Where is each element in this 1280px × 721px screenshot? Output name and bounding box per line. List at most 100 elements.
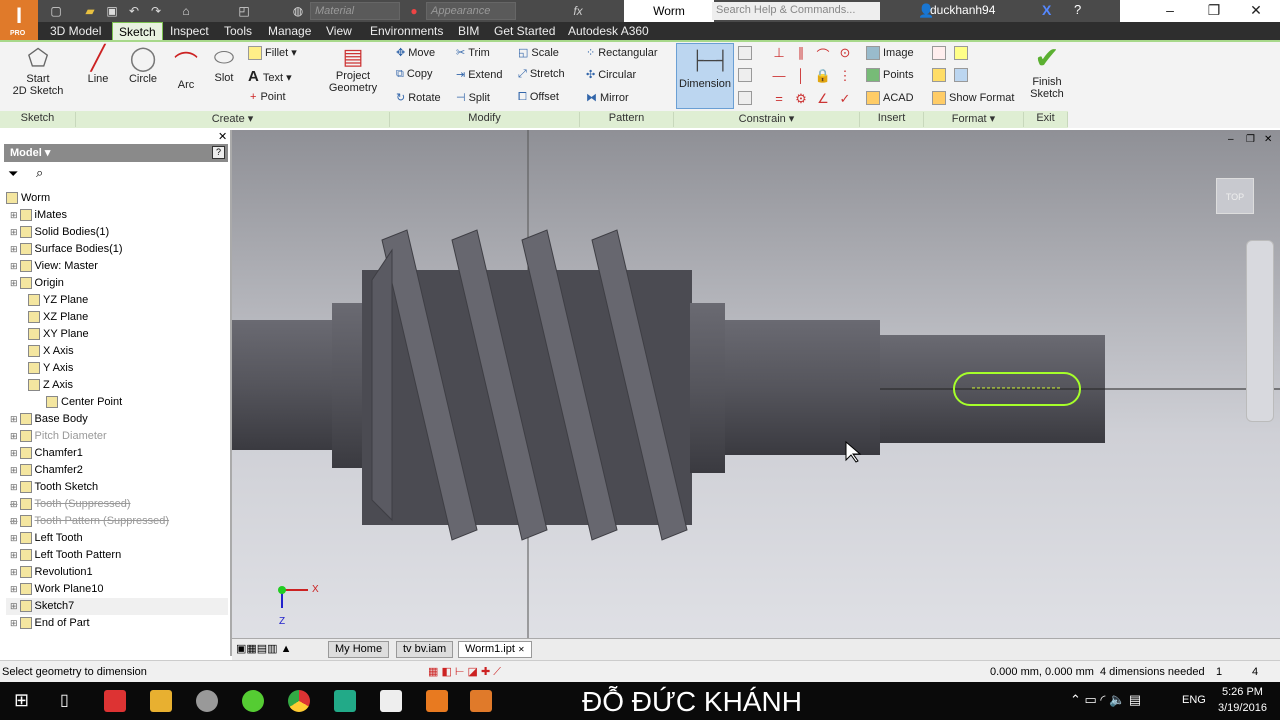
split-button[interactable]: ⊣ Split: [456, 91, 490, 104]
browser-node[interactable]: YZ Plane: [6, 292, 228, 309]
browser-node[interactable]: ⊞ View: Master: [6, 258, 228, 275]
find-icon[interactable]: ⌕: [36, 165, 43, 181]
coincident-icon[interactable]: ⊙: [836, 45, 854, 63]
browser-node[interactable]: Center Point: [6, 394, 228, 411]
extend-button[interactable]: ⇥ Extend: [456, 68, 502, 81]
browser-node[interactable]: X Axis: [6, 343, 228, 360]
browser-node[interactable]: ⊞ Sketch7: [6, 598, 228, 615]
tangent-icon[interactable]: ⌒: [814, 45, 832, 63]
language-indicator[interactable]: ENG: [1182, 694, 1206, 706]
minimize-button[interactable]: –: [1150, 2, 1190, 18]
construction-icon[interactable]: [932, 46, 946, 60]
search-input[interactable]: Search Help & Commands...: [712, 2, 880, 20]
tab-get-started[interactable]: Get Started: [488, 22, 561, 40]
browser-node[interactable]: Y Axis: [6, 360, 228, 377]
browser-node[interactable]: ⊞ Chamfer2: [6, 462, 228, 479]
start-2d-sketch-button[interactable]: ⬠ Start 2D Sketch: [8, 44, 68, 97]
horizontal-icon[interactable]: ⋮: [836, 68, 854, 86]
panel-create-label[interactable]: Create ▾: [76, 112, 390, 127]
equal-icon[interactable]: ✓: [836, 91, 854, 109]
filter-icon[interactable]: ⏷: [8, 166, 18, 182]
chrome-icon[interactable]: [288, 690, 310, 712]
tab-inspect[interactable]: Inspect: [164, 22, 215, 40]
appearance-select[interactable]: Appearance: [426, 2, 516, 20]
driven-dimension-icon[interactable]: [954, 46, 968, 60]
home-icon[interactable]: ⌂: [178, 3, 194, 19]
browser-node[interactable]: ⊞ iMates: [6, 207, 228, 224]
file-explorer-icon[interactable]: [150, 690, 172, 712]
tray-icons[interactable]: ⌃ ▭ ◜ 🔈 ▤: [1070, 692, 1141, 708]
browser-node[interactable]: ⊞ Solid Bodies(1): [6, 224, 228, 241]
viewport-minimize-icon[interactable]: –: [1228, 134, 1234, 145]
browser-node[interactable]: ⊞ Surface Bodies(1): [6, 241, 228, 258]
project-geometry-button[interactable]: ▤ Project Geometry: [322, 44, 384, 94]
clock-date[interactable]: 3/19/2016: [1218, 702, 1267, 714]
fillet-button[interactable]: Fillet ▾: [248, 46, 297, 61]
restore-button[interactable]: ❐: [1194, 2, 1234, 19]
browser-node[interactable]: XY Plane: [6, 326, 228, 343]
redo-icon[interactable]: ↷: [148, 3, 164, 19]
stretch-button[interactable]: ⤢ Stretch: [518, 68, 565, 81]
tab-3d-model[interactable]: 3D Model: [44, 22, 107, 40]
graphics-viewport[interactable]: [232, 130, 1280, 638]
app-menu-button[interactable]: I PRO: [0, 0, 38, 40]
point-button[interactable]: + Point: [250, 91, 286, 103]
window-layout-icons[interactable]: ▣▦▤▥ ▲: [236, 642, 292, 655]
relax-icon[interactable]: [738, 91, 752, 105]
viewport-restore-icon[interactable]: ❐: [1246, 134, 1255, 145]
taskbar-app-icon[interactable]: [242, 690, 264, 712]
browser-node[interactable]: ⊞ Chamfer1: [6, 445, 228, 462]
tab-sketch[interactable]: Sketch: [112, 22, 163, 40]
undo-icon[interactable]: ↶: [126, 3, 142, 19]
browser-node[interactable]: ⊞ Base Body: [6, 411, 228, 428]
perpendicular-icon[interactable]: ⊥: [770, 45, 788, 63]
document-tab[interactable]: Worm1.ipt ✕: [458, 641, 532, 658]
fx-icon[interactable]: fx: [570, 3, 586, 19]
arc-button[interactable]: ⌒ Arc: [168, 44, 204, 91]
browser-node[interactable]: XZ Plane: [6, 309, 228, 326]
trim-button[interactable]: ✂ Trim: [456, 46, 490, 59]
fix-icon[interactable]: ⚙: [792, 91, 810, 109]
show-format-button[interactable]: Show Format: [932, 91, 1014, 105]
rotate-button[interactable]: ↻ Rotate: [396, 91, 441, 104]
status-tools-icons[interactable]: ▦ ◧ ⊢ ◪ ✚ ⟋: [428, 661, 501, 683]
taskbar-app-icon[interactable]: [104, 690, 126, 712]
browser-node[interactable]: ⊞ End of Part: [6, 615, 228, 632]
dimension-button[interactable]: ├─┤ Dimension: [676, 43, 734, 109]
concentric-icon[interactable]: 🔒: [814, 68, 832, 86]
tab-tools[interactable]: Tools: [218, 22, 258, 40]
browser-header[interactable]: Model ▾: [4, 144, 228, 162]
slot-button[interactable]: ⬭ Slot: [206, 44, 242, 84]
text-button[interactable]: A Text ▾: [248, 68, 292, 85]
tab-bim[interactable]: BIM: [452, 22, 485, 40]
windows-start-icon[interactable]: ⊞: [14, 690, 29, 711]
viewport-close-icon[interactable]: ✕: [1264, 134, 1272, 145]
material-select[interactable]: Material: [310, 2, 400, 20]
globe-icon[interactable]: ◍: [290, 3, 306, 19]
tab-autodesk-a360[interactable]: Autodesk A360: [562, 22, 655, 40]
browser-node[interactable]: ⊞ Tooth Pattern (Suppressed): [6, 513, 228, 530]
line-button[interactable]: ╱ Line: [80, 44, 116, 85]
browser-node[interactable]: ⊞ Tooth (Suppressed): [6, 496, 228, 513]
browser-node[interactable]: ⊞ Work Plane10: [6, 581, 228, 598]
browser-node[interactable]: Worm: [6, 190, 228, 207]
camtasia-recorder-icon[interactable]: [380, 690, 402, 712]
paint-icon[interactable]: [196, 690, 218, 712]
help-icon[interactable]: ?: [1074, 2, 1081, 17]
finish-sketch-button[interactable]: ✔ Finish Sketch: [1026, 42, 1068, 100]
browser-node[interactable]: ⊞ Pitch Diameter: [6, 428, 228, 445]
camtasia-icon[interactable]: [334, 690, 356, 712]
smooth-icon[interactable]: │: [792, 68, 810, 86]
insert-acad-button[interactable]: ACAD: [866, 91, 914, 105]
vertical-icon[interactable]: =: [770, 91, 788, 109]
taskbar-app-icon[interactable]: [426, 690, 448, 712]
viewcube[interactable]: TOP: [1216, 178, 1254, 214]
select-icon[interactable]: ◰: [236, 3, 252, 19]
browser-node[interactable]: ⊞ Left Tooth: [6, 530, 228, 547]
circular-button[interactable]: ✣ Circular: [586, 68, 636, 81]
offset-button[interactable]: ⧠ Offset: [518, 91, 559, 104]
browser-node[interactable]: ⊞ Left Tooth Pattern: [6, 547, 228, 564]
document-tab[interactable]: tv bv.iam: [396, 641, 454, 658]
document-tab[interactable]: My Home: [328, 641, 390, 658]
save-icon[interactable]: ▣: [104, 3, 120, 19]
